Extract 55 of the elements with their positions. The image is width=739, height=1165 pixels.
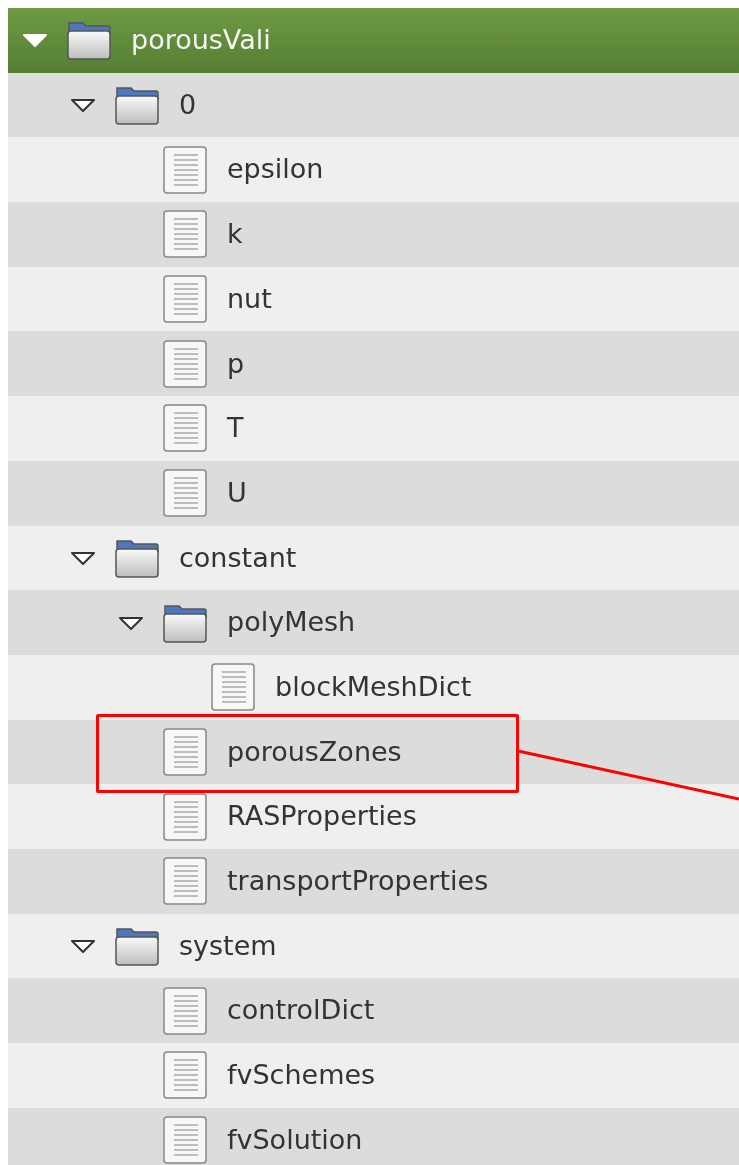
tree-row[interactable]: T [8,396,739,461]
item-label: porousVali [131,23,271,58]
item-label: epsilon [227,152,324,187]
item-label: p [227,346,245,381]
folder-icon [65,19,113,62]
tree-row[interactable]: nut [8,266,739,332]
document-icon [161,856,209,907]
document-icon [209,662,257,713]
tree-row[interactable]: fvSchemes [8,1043,739,1108]
item-label: nut [227,281,272,316]
document-icon [161,274,209,325]
document-icon [161,338,209,389]
tree-row[interactable]: porousVali [8,8,739,73]
expanded-arrow-icon[interactable] [118,614,144,631]
tree-row[interactable]: U [8,460,739,526]
tree-row[interactable]: 0 [8,72,739,138]
item-label: transportProperties [227,864,489,899]
document-icon [161,209,209,260]
tree-row[interactable]: transportProperties [8,848,739,914]
tree-row[interactable]: p [8,331,739,397]
document-icon [161,144,209,195]
item-label: T [227,411,244,446]
document-icon [161,726,209,777]
item-label: fvSchemes [227,1058,376,1093]
item-label: system [179,928,277,963]
tree-row[interactable]: k [8,202,739,267]
expanded-arrow-icon[interactable] [70,549,96,566]
document-icon [161,1115,209,1165]
document-icon [161,403,209,454]
folder-icon [113,84,161,127]
item-label: polyMesh [227,605,356,640]
tree-row[interactable]: RASProperties [8,784,739,849]
tree-row[interactable]: blockMeshDict [8,654,739,720]
document-icon [161,1050,209,1101]
expanded-arrow-icon[interactable] [70,97,96,114]
item-label: fvSolution [227,1122,363,1157]
tree-row[interactable]: porousZones [8,719,739,785]
item-label: 0 [179,87,197,122]
item-label: constant [179,540,297,575]
document-icon [161,468,209,519]
expanded-arrow-icon[interactable] [70,937,96,954]
item-label: RASProperties [227,799,417,834]
tree-row[interactable]: fvSolution [8,1107,739,1165]
tree-row[interactable]: constant [8,525,739,591]
item-label: k [227,217,243,252]
item-label: controlDict [227,993,375,1028]
tree-row[interactable]: system [8,913,739,979]
document-icon [161,985,209,1036]
tree-row[interactable]: epsilon [8,137,739,203]
tree-row[interactable]: polyMesh [8,590,739,655]
document-icon [161,791,209,842]
tree-row[interactable]: controlDict [8,978,739,1043]
item-label: blockMeshDict [275,669,472,704]
item-label: porousZones [227,734,402,769]
item-label: U [227,475,247,510]
